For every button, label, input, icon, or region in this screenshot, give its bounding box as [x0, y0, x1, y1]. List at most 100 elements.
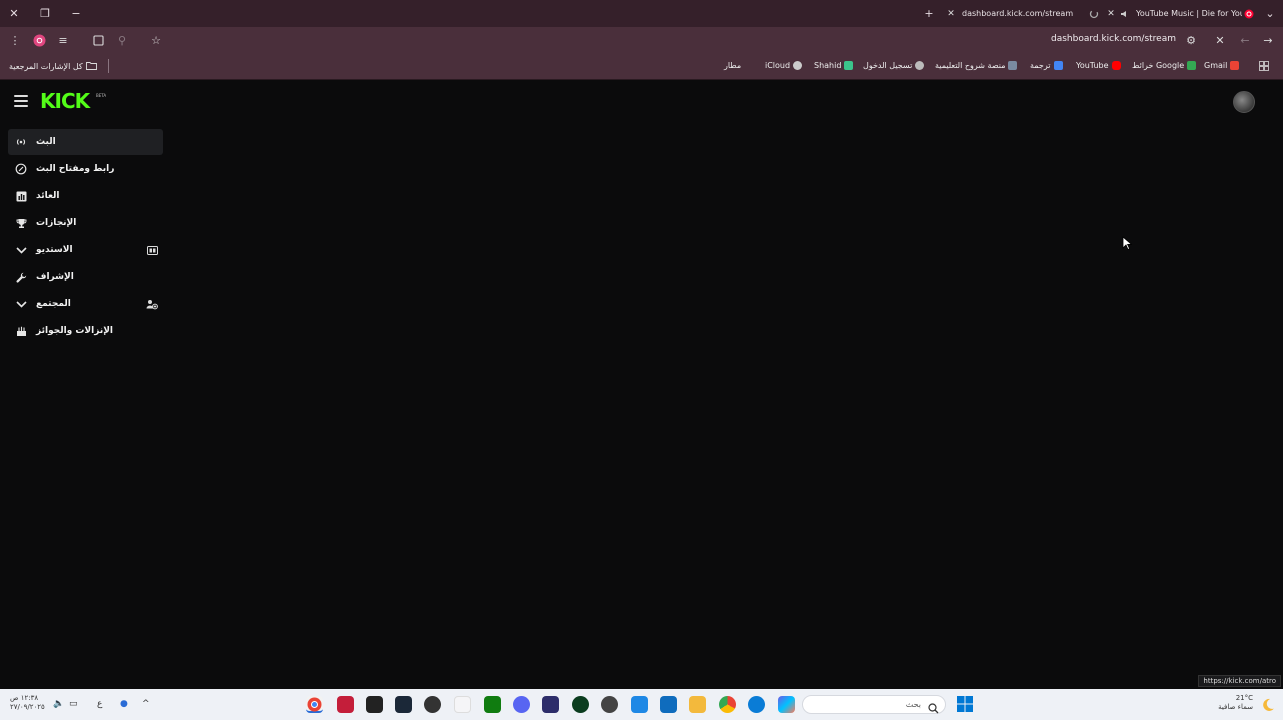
trophy-icon [14, 216, 28, 230]
language-indicator[interactable]: ع [97, 699, 109, 711]
sidebar-item-stream[interactable]: البث [8, 129, 163, 155]
bookmark-shoroh[interactable]: منصة شروح التعليمية [935, 61, 1018, 70]
site-settings-icon[interactable]: ⚙ [1183, 32, 1199, 49]
copilot-icon[interactable] [778, 696, 795, 713]
all-bookmarks-label: كل الإشارات المرجعية [9, 62, 83, 71]
menu-dots-icon[interactable]: ⋮ [8, 32, 22, 49]
new-tab-icon[interactable]: + [919, 4, 939, 22]
tab-close-icon[interactable]: ✕ [1104, 9, 1118, 19]
steam-icon[interactable] [395, 696, 412, 713]
loading-icon [1087, 9, 1101, 19]
back-icon[interactable]: → [1260, 32, 1276, 49]
sidebar-item-drops[interactable]: الإنزالات والجوائز [8, 318, 163, 344]
all-bookmarks-button[interactable]: كل الإشارات المرجعية [9, 61, 97, 72]
restore-window-icon[interactable]: ❐ [35, 4, 55, 22]
media-controls-icon[interactable]: ≡ [55, 32, 71, 49]
tab-title: dashboard.kick.com/stream [962, 9, 1074, 18]
epic-games-icon[interactable] [366, 696, 383, 713]
google-translate-icon [1053, 61, 1063, 70]
bookmark-airport[interactable]: مطار [724, 61, 741, 70]
windows-start-icon[interactable] [957, 696, 973, 712]
bookmark-login[interactable]: تسجيل الدخول [863, 61, 925, 70]
user-avatar[interactable] [1233, 91, 1255, 113]
bookmark-translate[interactable]: ترجمة [1030, 61, 1063, 70]
clock-time: ١٢:٣٨ ص [10, 694, 39, 702]
profile-icon[interactable] [31, 32, 47, 49]
sidebar-item-label: رابط ومفتاح البث [36, 164, 115, 174]
tab-kick-dashboard[interactable]: ✕ dashboard.kick.com/stream [944, 2, 1101, 25]
bookmark-label: تسجيل الدخول [863, 61, 913, 70]
gmail-icon [1230, 61, 1240, 70]
tab-youtube-music[interactable]: ✕ YouTube Music | Die for You [1104, 2, 1256, 25]
stop-loading-icon[interactable]: ✕ [1212, 32, 1228, 49]
tray-overflow-icon[interactable]: ^ [142, 699, 154, 711]
link-icon [14, 162, 28, 176]
sidebar-item-label: الإنجازات [36, 218, 77, 228]
folder-icon [85, 61, 97, 72]
discord-icon[interactable] [513, 696, 530, 713]
microphone-icon[interactable]: ● [120, 699, 132, 711]
community-icon [145, 297, 159, 311]
xbox-icon[interactable] [484, 696, 501, 713]
minimize-window-icon[interactable]: − [66, 4, 86, 22]
audio-playing-icon[interactable] [1118, 9, 1132, 19]
extensions-icon[interactable] [90, 32, 106, 49]
tab-search-icon[interactable]: ⌄ [1260, 4, 1280, 22]
address-bar-url[interactable]: dashboard.kick.com/stream [1051, 34, 1176, 44]
next-app-icon[interactable] [542, 696, 559, 713]
bookmark-star-icon[interactable]: ☆ [148, 32, 164, 49]
bookmark-google-maps[interactable]: خرائط Google [1132, 61, 1197, 70]
chevron-down-icon[interactable] [14, 297, 28, 311]
sidebar-item-community[interactable]: المجتمع [8, 291, 163, 317]
bookmark-youtube[interactable]: YouTube [1076, 61, 1121, 70]
bookmark-label: مطار [724, 61, 742, 70]
sidebar-item-achievements[interactable]: الإنجازات [8, 210, 163, 236]
tab-close-icon[interactable]: ✕ [944, 9, 958, 19]
kick-dashboard-page: KICK BETA البث رابط ومفتاح البث العائد ا [0, 81, 1283, 689]
chrome-icon[interactable] [719, 696, 736, 713]
studio-icon [145, 243, 159, 257]
app-blue-icon[interactable] [631, 696, 648, 713]
hamburger-menu-icon[interactable] [14, 95, 28, 107]
taskbar-search-input[interactable]: بحث [802, 695, 946, 714]
apple-icon [793, 61, 803, 70]
weather-temp: 21°C [1235, 694, 1253, 702]
app-a-taskbar-icon[interactable] [337, 696, 354, 713]
weather-widget[interactable]: 21°C سماء صافية [1218, 694, 1253, 712]
sidebar-item-revenue[interactable]: العائد [8, 183, 163, 209]
itunes-icon[interactable] [454, 696, 471, 713]
file-explorer-icon[interactable] [689, 696, 706, 713]
chevron-down-icon[interactable] [14, 243, 28, 257]
translate-icon[interactable]: ⚲ [114, 32, 130, 49]
sidebar-item-studio[interactable]: الاستديو [8, 237, 163, 263]
youtube-icon [1111, 61, 1121, 70]
sidebar-item-label: الاستديو [36, 245, 73, 255]
edge-icon[interactable] [748, 696, 765, 713]
search-placeholder: بحث [905, 700, 921, 709]
store-icon[interactable] [660, 696, 677, 713]
bookmark-icloud[interactable]: iCloud [765, 61, 803, 70]
record-app-icon[interactable] [424, 696, 441, 713]
bookmark-shahid[interactable]: Shahid [814, 61, 854, 70]
chrome-profile-taskbar-icon[interactable] [306, 696, 323, 713]
openai-icon[interactable] [601, 696, 618, 713]
bookmark-gmail[interactable]: Gmail [1204, 61, 1240, 70]
obs-like-icon[interactable] [572, 696, 589, 713]
drops-icon [14, 324, 28, 338]
display-icon[interactable]: ▭ [69, 699, 81, 711]
sidebar-item-moderation[interactable]: الإشراف [8, 264, 163, 290]
forward-icon[interactable]: ← [1237, 32, 1253, 49]
apps-grid-icon[interactable] [1259, 61, 1269, 71]
bookmarks-bar: كل الإشارات المرجعية Gmail خرائط Google … [0, 54, 1283, 80]
mouse-cursor-icon [1122, 235, 1133, 254]
moon-weather-icon [1261, 697, 1275, 716]
tab-title: YouTube Music | Die for You [1136, 9, 1242, 18]
system-clock[interactable]: ١٢:٣٨ ص ٢٧/٠٩/٢٠٢٥ [10, 694, 45, 712]
sidebar-item-stream-key[interactable]: رابط ومفتاح البث [8, 156, 163, 182]
volume-icon[interactable]: 🔈 [53, 699, 65, 711]
windows-taskbar: ١٢:٣٨ ص ٢٧/٠٩/٢٠٢٥ 🔈 ▭ ع ● ^ بحث 21°C سم… [0, 689, 1283, 720]
close-window-icon[interactable]: ✕ [4, 4, 24, 22]
kick-logo[interactable]: KICK [40, 89, 90, 113]
search-icon [928, 699, 939, 718]
shahid-icon [844, 61, 854, 70]
